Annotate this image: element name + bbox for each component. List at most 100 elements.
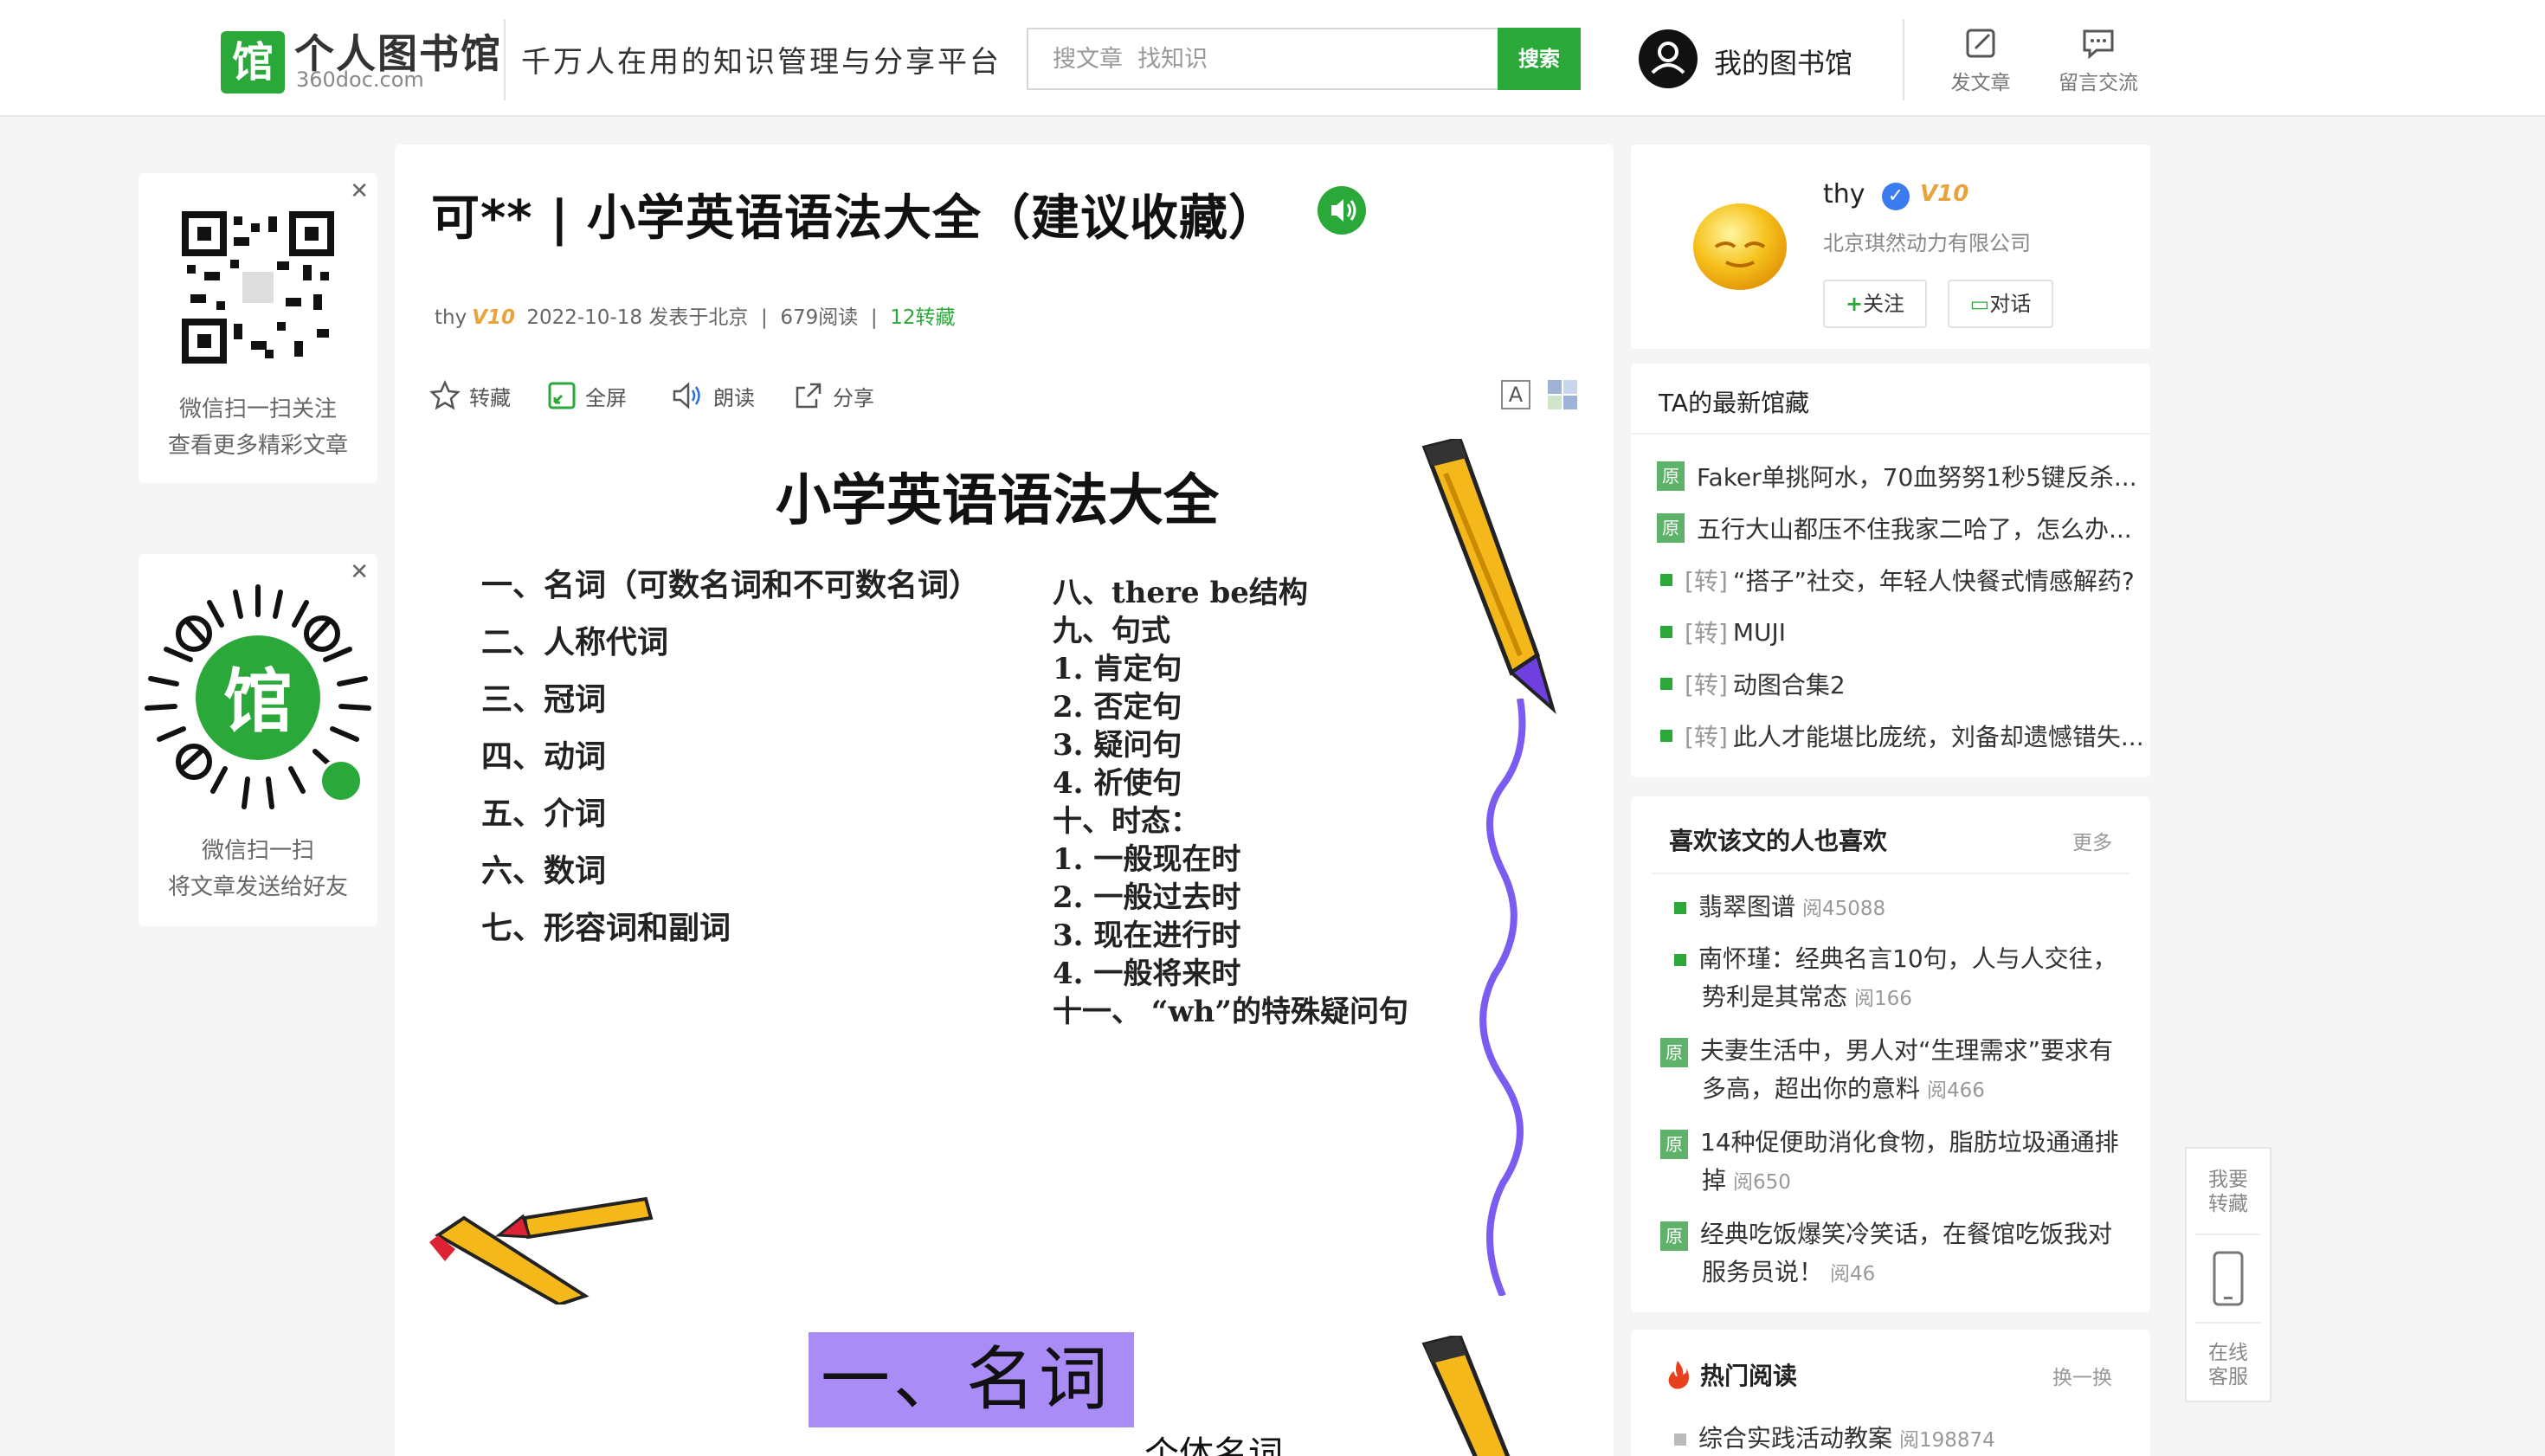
also-like-item[interactable]: 翡翠图谱 阅45088	[1657, 888, 2133, 928]
article-meta: thy V10 2022-10-18 发表于北京 | 679阅读 | 12转藏	[435, 306, 956, 329]
original-badge: 原	[1657, 461, 1685, 491]
read-aloud-button[interactable]: 朗读	[672, 370, 755, 422]
bullet-icon	[1660, 678, 1672, 690]
also-like-card: 喜欢该文的人也喜欢 更多 翡翠图谱 阅45088 南怀瑾：经典名言10句，人与人交…	[1631, 796, 2150, 1312]
hot-reading-item[interactable]: 综合实践活动教案 阅198874	[1657, 1420, 2133, 1456]
font-size-button[interactable]: A	[1501, 380, 1530, 409]
more-link[interactable]: 更多	[2072, 826, 2112, 855]
mobile-phone-icon[interactable]	[2211, 1251, 2245, 1306]
slide-1-right-item: 2. 否定句	[1053, 690, 1182, 725]
original-badge: 原	[1657, 513, 1685, 543]
slide-1-left-item: 一、名词（可数名词和不可数名词）	[481, 567, 981, 603]
bullet-icon	[1674, 902, 1686, 914]
save-float-button[interactable]: 我要 转藏	[2187, 1168, 2270, 1216]
search-input[interactable]	[1028, 29, 1499, 88]
search-button[interactable]: 搜索	[1498, 28, 1581, 90]
fullscreen-button[interactable]: 全屏	[547, 370, 627, 422]
wechat-follow-line1: 微信扫一扫关注	[178, 396, 337, 422]
article-panel: 可** | 小学英语语法大全（建议收藏） thy V10 2022-10-18 发…	[395, 145, 1614, 1456]
meta-shares[interactable]: 12转藏	[890, 306, 955, 329]
logo-icon[interactable]: 馆	[221, 31, 285, 93]
pencils-illustration	[429, 1196, 654, 1305]
chat-button[interactable]: ▭对话	[1948, 280, 2053, 328]
collection-item-text: 此人才能堪比庞统，刘备却遗憾错失...	[1732, 723, 2142, 751]
slide-1-right-item: 十一、 “wh”的特殊疑问句	[1053, 995, 1408, 1029]
wechat-follow-line2: 查看更多精彩文章	[167, 433, 348, 459]
slide-1-right-item: 1. 肯定句	[1053, 652, 1182, 686]
hot-reading-title: 热门阅读	[1700, 1362, 1798, 1390]
bullet-icon	[1674, 954, 1686, 966]
collection-item[interactable]: 原 Faker单挑阿水，70血努努1秒5键反杀...	[1657, 450, 2142, 502]
slogan: 千万人在用的知识管理与分享平台	[521, 45, 1002, 80]
collection-item[interactable]: [转] MUJI	[1657, 606, 2142, 658]
original-badge: 原	[1660, 1221, 1688, 1251]
also-like-item[interactable]: 南怀瑾：经典名言10句，人与人交往， 势利是其常态 阅166	[1657, 940, 2133, 1018]
follow-label: 关注	[1863, 292, 1905, 316]
collection-item[interactable]: 原五行大山都压不住我家二哈了，怎么办...	[1657, 502, 2142, 554]
share-button[interactable]: 分享	[793, 370, 874, 422]
my-library-link[interactable]: 我的图书馆	[1714, 42, 1852, 81]
slide-1-right-item: 2. 一般过去时	[1053, 880, 1241, 915]
reposted-tag: [转]	[1685, 619, 1728, 647]
chat-label: 对话	[1989, 292, 2032, 316]
slide-1-left-item: 七、形容词和副词	[481, 910, 731, 946]
collection-item[interactable]: [转] 此人才能堪比庞统，刘备却遗憾错失...	[1657, 710, 2142, 762]
theme-color-icon[interactable]	[1548, 380, 1577, 409]
collection-item-text: 五行大山都压不住我家二哈了，怎么办...	[1697, 515, 2132, 544]
fullscreen-label: 全屏	[585, 385, 627, 410]
author-avatar[interactable]	[1691, 202, 1788, 292]
original-badge: 原	[1660, 1038, 1688, 1067]
pencil-illustration	[1421, 1336, 1511, 1456]
collection-item-text: MUJI	[1732, 617, 1787, 647]
post-article-button[interactable]: 发文章	[1929, 26, 2033, 95]
slide-1-right-item: 十、时态：	[1053, 804, 1200, 839]
latest-collection-card: TA的最新馆藏 原 Faker单挑阿水，70血努努1秒5键反杀... 原五行大山都…	[1631, 364, 2150, 777]
follow-button[interactable]: +关注	[1823, 280, 1927, 328]
collection-item[interactable]: [转] 动图合集2	[1657, 658, 2142, 710]
meta-author[interactable]: thy	[435, 306, 467, 329]
message-button[interactable]: 留言交流	[2046, 26, 2150, 95]
also-like-item[interactable]: 原 14种促便助消化食物，脂肪垃圾通通排掉阅650	[1657, 1124, 2133, 1202]
slide-1-right-item: 3. 疑问句	[1053, 728, 1182, 763]
slide-1-title: 小学英语语法大全	[776, 469, 1219, 533]
reposted-tag: [转]	[1685, 567, 1728, 596]
online-service-button[interactable]: 在线 客服	[2187, 1341, 2270, 1389]
wechat-share-line1: 微信扫一扫	[201, 838, 314, 864]
slide-1-left-item: 二、人称代词	[481, 624, 669, 660]
decorative-line	[1479, 699, 1526, 1296]
slide-2-banner: 一、名词	[809, 1332, 1134, 1427]
slide-2-subtitle: 个体名词	[1144, 1434, 1283, 1456]
collection-item-text: “搭子”社交，年轻人快餐式情感解药?	[1732, 567, 2135, 596]
article-toolbar: 转藏 全屏 朗读 分享 A	[429, 370, 1581, 422]
slide-1-left-item: 三、冠词	[481, 681, 607, 718]
author-card: thy ✓ V10 北京琪然动力有限公司 +关注 ▭对话	[1631, 145, 2150, 349]
speaker-icon[interactable]	[1318, 186, 1366, 235]
verified-icon: ✓	[1882, 183, 1910, 210]
divider	[1652, 873, 2129, 874]
wechat-share-line2: 将文章发送给好友	[167, 874, 348, 900]
wechat-share-panel: ✕ 馆 微信扫一扫 将文章发送给好友	[139, 554, 377, 926]
refresh-link[interactable]: 换一换	[2052, 1361, 2112, 1390]
save-label: 转藏	[469, 385, 511, 410]
author-name[interactable]: thy	[1823, 179, 1865, 209]
fullscreen-icon	[548, 382, 576, 409]
reposted-tag: [转]	[1685, 723, 1728, 751]
message-label: 留言交流	[2059, 72, 2138, 94]
user-avatar-icon[interactable]	[1639, 29, 1698, 88]
slide-1-image: 小学英语语法大全 一、名词（可数名词和不可数名词） 二、人称代词 三、冠词 四、…	[429, 439, 1581, 1408]
pencil-illustration	[1421, 439, 1556, 715]
also-like-item[interactable]: 原夫妻生活中，男人对“生理需求”要求有 多高，超出你的意料 阅466	[1657, 1032, 2133, 1110]
header-divider	[1903, 19, 1904, 100]
slide-1-right-item: 4. 祈使句	[1053, 766, 1182, 801]
save-button[interactable]: 转藏	[429, 370, 511, 422]
also-like-item[interactable]: 原经典吃饭爆笑冷笑话，在餐馆吃饭我对 服务员说！ 阅46	[1657, 1215, 2133, 1293]
collection-item-text: Faker单挑阿水，70血努努1秒5键反杀...	[1697, 463, 2137, 492]
bullet-icon	[1674, 1433, 1686, 1446]
also-like-title: 喜欢该文的人也喜欢	[1669, 827, 1888, 855]
edit-icon	[1966, 29, 1995, 58]
slide-1-right-item: 八、there be结构	[1053, 576, 1308, 610]
collection-item[interactable]: [转] “搭子”社交，年轻人快餐式情感解药?	[1657, 554, 2142, 606]
close-icon[interactable]: ✕	[350, 178, 369, 204]
meta-reads: 679阅读	[780, 306, 859, 329]
read-aloud-label: 朗读	[713, 385, 755, 410]
